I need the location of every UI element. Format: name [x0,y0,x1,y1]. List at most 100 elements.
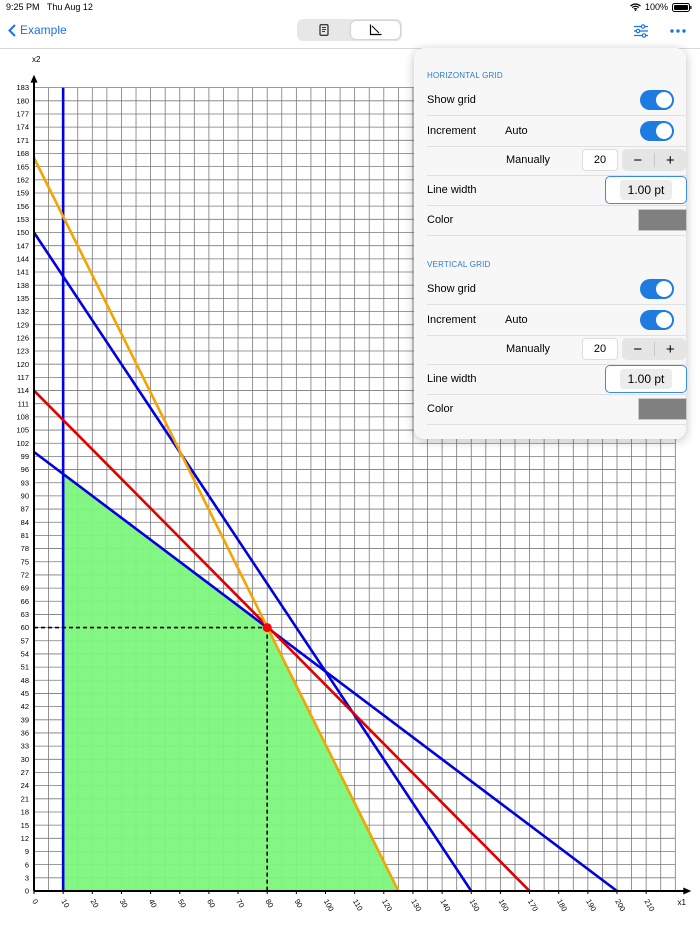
x-tick-label: 180 [555,898,569,913]
back-button[interactable]: Example [8,23,67,37]
y-tick-label: 36 [21,729,29,738]
v-show-grid-row: Show grid [427,274,686,305]
y-tick-label: 168 [16,149,29,158]
x-tick-label: 20 [89,898,101,910]
y-tick-label: 153 [16,215,29,224]
h-show-grid-row: Show grid [427,85,686,116]
y-tick-label: 18 [21,808,29,817]
y-tick-label: 27 [21,768,29,777]
v-line-width-value: 1.00 pt [619,369,673,389]
y-tick-label: 135 [16,294,29,303]
v-color-swatch[interactable] [638,398,687,420]
date-text: Thu Aug 12 [46,2,93,12]
y-tick-label: 102 [16,439,29,448]
y-tick-label: 6 [25,860,29,869]
x-tick-label: 160 [497,898,511,913]
v-manually-label: Manually [506,343,551,355]
y-tick-label: 96 [21,465,29,474]
y-tick-label: 93 [21,478,29,487]
v-line-width-label: Line width [427,373,477,385]
x-tick-label: 140 [438,898,452,913]
x-axis-label: x1 [678,898,687,907]
v-color-row: Color [427,394,687,425]
y-tick-label: 123 [16,347,29,356]
h-line-width-value: 1.00 pt [619,180,673,200]
graph-icon [369,24,382,36]
h-line-width-field[interactable]: 1.00 pt [605,176,687,204]
status-bar: 9:25 PM Thu Aug 12 100% [0,0,700,14]
h-decrement-button[interactable]: − [622,149,654,171]
v-color-label: Color [427,403,454,415]
status-time: 9:25 PM Thu Aug 12 [6,2,93,12]
h-line-width-row: Line width 1.00 pt [427,175,687,206]
v-increment-button[interactable]: + [655,338,687,360]
y-tick-label: 180 [16,96,29,105]
v-manual-row: Manually 20 − + [427,334,686,365]
y-tick-label: 51 [21,663,29,672]
v-line-width-field[interactable]: 1.00 pt [605,365,687,393]
y-tick-label: 0 [25,887,29,896]
y-tick-label: 105 [16,426,29,435]
y-tick-label: 54 [21,650,29,659]
v-auto-toggle[interactable] [640,310,674,330]
x-tick-label: 120 [380,898,394,913]
settings-sliders-button[interactable] [630,22,652,40]
y-tick-label: 3 [25,873,29,882]
x-tick-label: 110 [351,898,365,913]
segment-graph[interactable] [351,21,400,39]
x-axis-arrow [683,887,692,895]
y-tick-label: 171 [16,136,29,145]
h-increment-row: Increment Auto [427,116,686,147]
h-show-grid-toggle[interactable] [640,90,674,110]
y-tick-label: 45 [21,689,29,698]
y-tick-label: 150 [16,228,29,237]
y-tick-label: 72 [21,571,29,580]
battery-percent: 100% [644,2,668,12]
v-increment-stepper: − + [622,338,686,360]
feasible-region [63,473,399,891]
v-manual-value-field[interactable]: 20 [582,338,618,360]
x-tick-label: 190 [584,898,598,913]
x-tick-label: 210 [642,898,656,913]
v-show-grid-toggle[interactable] [640,279,674,299]
h-manually-label: Manually [506,154,551,166]
h-increment-stepper: − + [622,149,686,171]
h-manual-value-field[interactable]: 20 [582,149,618,171]
status-right: 100% [630,2,692,12]
h-color-row: Color [427,205,687,236]
y-tick-label: 120 [16,360,29,369]
x-tick-label: 10 [59,898,71,910]
y-tick-label: 90 [21,492,29,501]
x-tick-label: 170 [526,898,540,913]
h-auto-toggle[interactable] [640,121,674,141]
x-tick-label: 50 [176,898,188,910]
y-tick-label: 42 [21,702,29,711]
y-tick-label: 159 [16,189,29,198]
more-button[interactable] [667,22,689,40]
y-tick-label: 99 [21,452,29,461]
y-tick-label: 174 [16,123,29,132]
vertical-grid-heading: VERTICAL GRID [427,260,491,269]
v-decrement-button[interactable]: − [622,338,654,360]
ellipsis-icon [670,29,686,33]
y-tick-label: 81 [21,531,29,540]
y-tick-label: 21 [21,794,29,803]
y-tick-label: 15 [21,821,29,830]
y-tick-label: 63 [21,610,29,619]
optimum-point[interactable] [262,623,272,633]
h-color-label: Color [427,214,454,226]
h-increment-button[interactable]: + [655,149,687,171]
x-tick-label: 150 [468,898,482,913]
document-icon [319,24,328,36]
navigation-bar: Example [0,14,700,49]
v-increment-row: Increment Auto [427,305,686,336]
y-tick-label: 84 [21,518,29,527]
h-color-swatch[interactable] [638,209,687,231]
h-increment-label: Increment [427,125,476,137]
y-tick-labels: 0369121518212427303336394245485154576063… [16,83,29,895]
segment-document[interactable] [299,21,348,39]
y-tick-label: 111 [18,399,29,408]
x-tick-label: 30 [118,898,130,910]
y-tick-label: 132 [16,307,29,316]
chevron-left-icon [8,23,16,37]
